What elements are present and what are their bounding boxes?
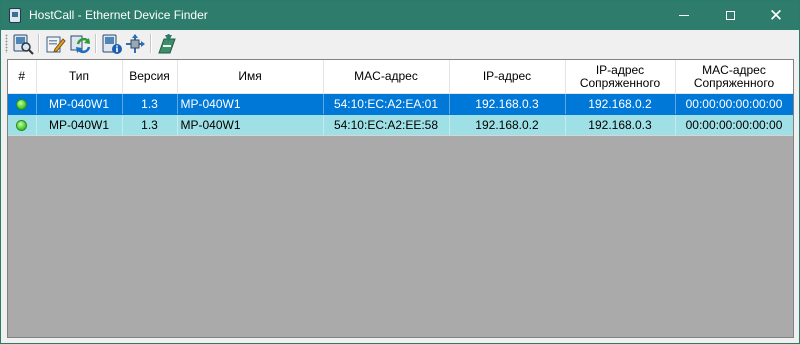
column-header-name[interactable]: Имя [177,60,324,94]
name-cell: MP-040W1 [177,114,324,136]
column-header-version[interactable]: Версия [122,60,178,94]
toolbar-grip[interactable] [5,34,8,53]
column-header-pair-ip[interactable]: IP-адрес Сопряженного [565,60,676,94]
connect-button[interactable] [123,32,147,55]
ip-cell: 192.168.0.2 [449,114,566,136]
search-device-button[interactable] [11,32,35,55]
type-cell: MP-040W1 [36,114,123,136]
pair-mac-cell: 00:00:00:00:00:00 [675,114,793,136]
main-window: HostCall - Ethernet Device Finder ✕ # Ти… [0,0,800,344]
column-header-pair-ip-line1: IP-адрес [595,62,645,77]
table-header: # Тип Версия Имя MAC-адрес IP-адрес IP-а… [8,60,793,94]
pair-ip-cell: 192.168.0.2 [565,93,676,115]
minimize-button[interactable] [661,1,707,30]
minimize-icon [679,15,689,16]
exit-icon [158,33,176,53]
name-cell: MP-040W1 [177,93,324,115]
close-icon: ✕ [768,6,784,25]
edit-document-icon [46,36,66,53]
column-header-ip[interactable]: IP-адрес [449,60,566,94]
toolbar-separator [150,34,152,53]
column-header-type[interactable]: Тип [36,60,123,94]
table-row[interactable]: MP-040W1 1.3 MP-040W1 54:10:EC:A2:EE:58 … [8,114,793,136]
device-table: # Тип Версия Имя MAC-адрес IP-адрес IP-а… [8,60,793,136]
title-bar[interactable]: HostCall - Ethernet Device Finder ✕ [1,1,799,30]
pair-mac-cell: 00:00:00:00:00:00 [675,93,793,115]
ip-cell: 192.168.0.3 [449,93,566,115]
mac-cell: 54:10:EC:A2:EA:01 [323,93,450,115]
version-cell: 1.3 [122,114,178,136]
edit-settings-button[interactable] [43,32,67,55]
column-header-pair-mac-line2: Сопряженного [693,75,775,90]
column-header-pair-mac[interactable]: MAC-адрес Сопряженного [675,60,793,94]
status-cell [8,114,37,136]
column-header-mac[interactable]: MAC-адрес [323,60,450,94]
column-header-pair-mac-line1: MAC-адрес [702,62,766,77]
pair-ip-cell: 192.168.0.3 [565,114,676,136]
device-info-button[interactable] [100,32,124,55]
monitor-search-icon [13,34,34,55]
maximize-button[interactable] [707,1,753,30]
toolbar-separator [38,34,40,53]
device-list-view[interactable]: # Тип Версия Имя MAC-адрес IP-адрес IP-а… [7,59,794,338]
mac-cell: 54:10:EC:A2:EE:58 [323,114,450,136]
window-title: HostCall - Ethernet Device Finder [29,8,208,22]
table-row[interactable]: MP-040W1 1.3 MP-040W1 54:10:EC:A2:EA:01 … [8,93,793,115]
refresh-button[interactable] [68,32,92,55]
status-cell [8,93,37,115]
toolbar-separator [95,34,97,53]
close-button[interactable]: ✕ [753,1,799,30]
app-window-icon[interactable] [9,8,21,23]
type-cell: MP-040W1 [36,93,123,115]
exit-button[interactable] [155,32,179,55]
status-online-icon [16,99,28,111]
column-header-pair-ip-line2: Сопряженного [579,75,661,90]
device-info-icon [102,34,122,54]
toolbar [1,30,799,57]
version-cell: 1.3 [122,93,178,115]
refresh-arrows-icon [70,35,91,53]
column-header-index[interactable]: # [8,60,37,94]
connect-plug-icon [126,33,145,53]
status-online-icon [16,120,28,132]
maximize-icon [725,11,735,20]
